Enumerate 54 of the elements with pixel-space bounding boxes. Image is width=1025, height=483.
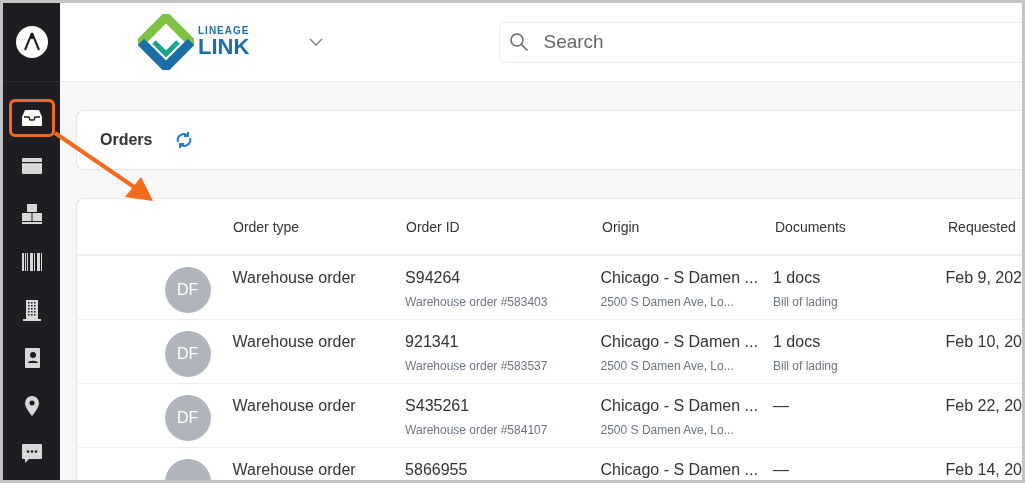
documents-count: 1 docs	[773, 268, 822, 288]
diamond-logo-icon	[138, 14, 194, 70]
order-subtitle: Warehouse order #583403	[405, 294, 549, 311]
origin-name: Chicago - S Damen ...	[600, 332, 759, 352]
app-logo-icon[interactable]	[14, 25, 49, 59]
contact-book-icon	[22, 347, 41, 369]
origin-address: 2500 S Damen Ave, Lo...	[600, 422, 735, 439]
search-icon	[509, 31, 530, 52]
search-field[interactable]: Search	[499, 21, 1022, 63]
document-type: Bill of lading	[773, 294, 839, 311]
avatar: DF	[164, 395, 211, 441]
refresh-icon[interactable]	[175, 131, 194, 149]
requested-date: Feb 14, 20	[945, 461, 1022, 478]
orders-title: Orders	[100, 130, 153, 150]
origin-name: Chicago - S Damen ...	[600, 268, 759, 288]
origin-address: 2500 S Damen Ave, Lo...	[600, 294, 735, 311]
chevron-down-icon[interactable]	[309, 38, 324, 46]
inbox-tray-icon	[20, 109, 43, 127]
order-id: 5866955	[405, 460, 469, 480]
logo-wordmark: LINK	[198, 36, 250, 58]
order-type: Warehouse order	[232, 461, 356, 478]
sidebar-item[interactable]	[8, 99, 55, 137]
origin-address: 2500 S Damen Ave, Lo...	[600, 358, 735, 375]
column-header: Order type	[233, 218, 300, 235]
order-id: S94264	[405, 268, 462, 288]
building-icon	[22, 299, 41, 321]
column-header: Origin	[602, 218, 640, 235]
requested-date: Feb 9, 202	[945, 269, 1022, 286]
order-id: S435261	[405, 396, 471, 416]
chat-bubble-icon	[20, 443, 43, 465]
logo-wordmark-top: LINEAGE	[198, 26, 250, 36]
documents-count: —	[773, 460, 790, 480]
requested-date: Feb 10, 20	[945, 333, 1022, 350]
location-pin-icon	[23, 395, 40, 417]
order-subtitle: Warehouse order #584107	[405, 422, 549, 439]
barcode-icon	[20, 252, 43, 272]
column-header: Requested	[948, 218, 1016, 235]
column-header: Documents	[775, 218, 846, 235]
requested-date: Feb 22, 20	[945, 397, 1022, 414]
document-type: Bill of lading	[773, 358, 839, 375]
order-type: Warehouse order	[232, 269, 356, 286]
order-id: 921341	[405, 332, 460, 352]
origin-name: Chicago - S Damen ...	[600, 396, 759, 416]
origin-name: Chicago - S Damen ...	[600, 460, 759, 480]
stacked-boxes-icon	[20, 203, 43, 225]
avatar: DF	[164, 267, 211, 313]
avatar: DF	[164, 331, 211, 377]
order-subtitle: Warehouse order #583537	[405, 358, 549, 375]
order-type: Warehouse order	[232, 397, 356, 414]
documents-count: 1 docs	[773, 332, 822, 352]
documents-count: —	[773, 396, 790, 416]
column-header: Order ID	[406, 218, 460, 235]
order-type: Warehouse order	[232, 333, 356, 350]
box-icon	[20, 157, 43, 175]
